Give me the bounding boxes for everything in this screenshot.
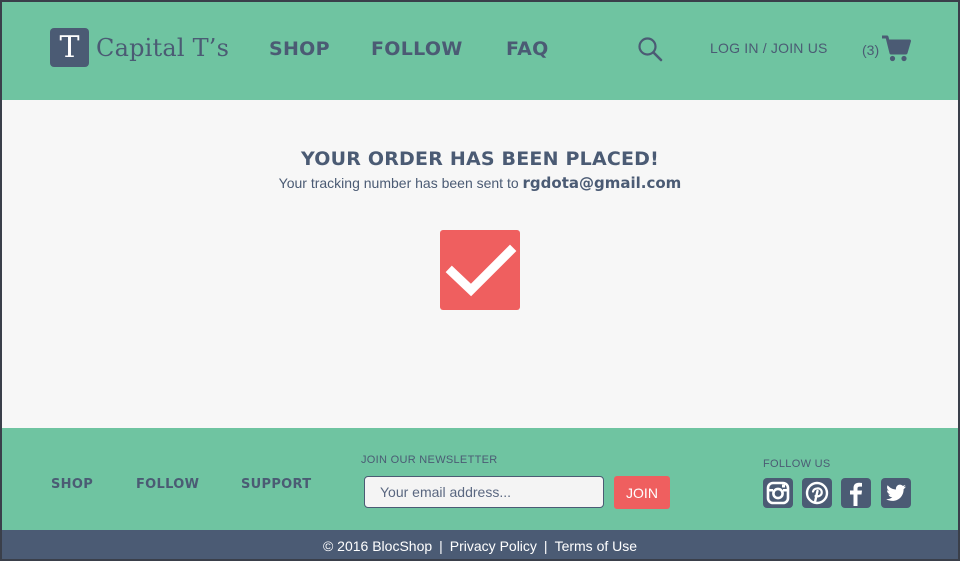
- site-header: T Capital T’s SHOP FOLLOW FAQ LOG IN / J…: [2, 2, 958, 100]
- privacy-policy-link[interactable]: Privacy Policy: [450, 538, 537, 554]
- terms-of-use-link[interactable]: Terms of Use: [555, 538, 637, 554]
- follow-us-label: FOLLOW US: [763, 458, 831, 470]
- subtitle-text: Your tracking number has been sent to: [278, 175, 523, 191]
- separator: |: [543, 537, 548, 554]
- newsletter-label: JOIN OUR NEWSLETTER: [361, 454, 498, 466]
- footer-link-support[interactable]: SUPPORT: [241, 477, 311, 492]
- logo-mark: T: [50, 28, 89, 67]
- newsletter-email-input[interactable]: [364, 476, 604, 508]
- pinterest-icon[interactable]: [802, 478, 832, 508]
- instagram-icon[interactable]: [763, 478, 793, 508]
- login-join-link[interactable]: LOG IN / JOIN US: [710, 40, 828, 56]
- facebook-icon[interactable]: [841, 478, 871, 508]
- nav-faq[interactable]: FAQ: [506, 38, 549, 60]
- order-confirmation: YOUR ORDER HAS BEEN PLACED! Your trackin…: [2, 100, 958, 428]
- separator: |: [439, 537, 443, 554]
- search-icon[interactable]: [637, 36, 663, 62]
- check-glyph: [445, 244, 517, 297]
- logo[interactable]: T Capital T’s: [50, 28, 229, 67]
- brand-name: Capital T’s: [96, 33, 230, 62]
- cart-icon: [882, 35, 912, 62]
- join-button[interactable]: JOIN: [614, 476, 670, 509]
- footer-link-follow[interactable]: FOLLOW: [136, 477, 199, 492]
- legal-bar: © 2016 BlocShop | Privacy Policy | Terms…: [2, 530, 958, 559]
- cart-count: (3): [862, 42, 880, 58]
- site-footer: SHOP FOLLOW SUPPORT JOIN OUR NEWSLETTER …: [2, 428, 958, 530]
- footer-link-shop[interactable]: SHOP: [51, 477, 93, 492]
- checkmark-icon: [440, 230, 520, 310]
- nav-shop[interactable]: SHOP: [269, 38, 330, 60]
- confirmation-subtitle: Your tracking number has been sent to rg…: [2, 174, 958, 192]
- copyright-text: © 2016 BlocShop: [322, 537, 433, 554]
- twitter-icon[interactable]: [881, 478, 911, 508]
- page-frame: T Capital T’s SHOP FOLLOW FAQ LOG IN / J…: [0, 0, 960, 561]
- nav-follow[interactable]: FOLLOW: [371, 38, 463, 60]
- cart-button[interactable]: (3): [862, 32, 912, 64]
- confirmation-title: YOUR ORDER HAS BEEN PLACED!: [300, 148, 660, 170]
- customer-email: rgdota@gmail.com: [522, 174, 682, 192]
